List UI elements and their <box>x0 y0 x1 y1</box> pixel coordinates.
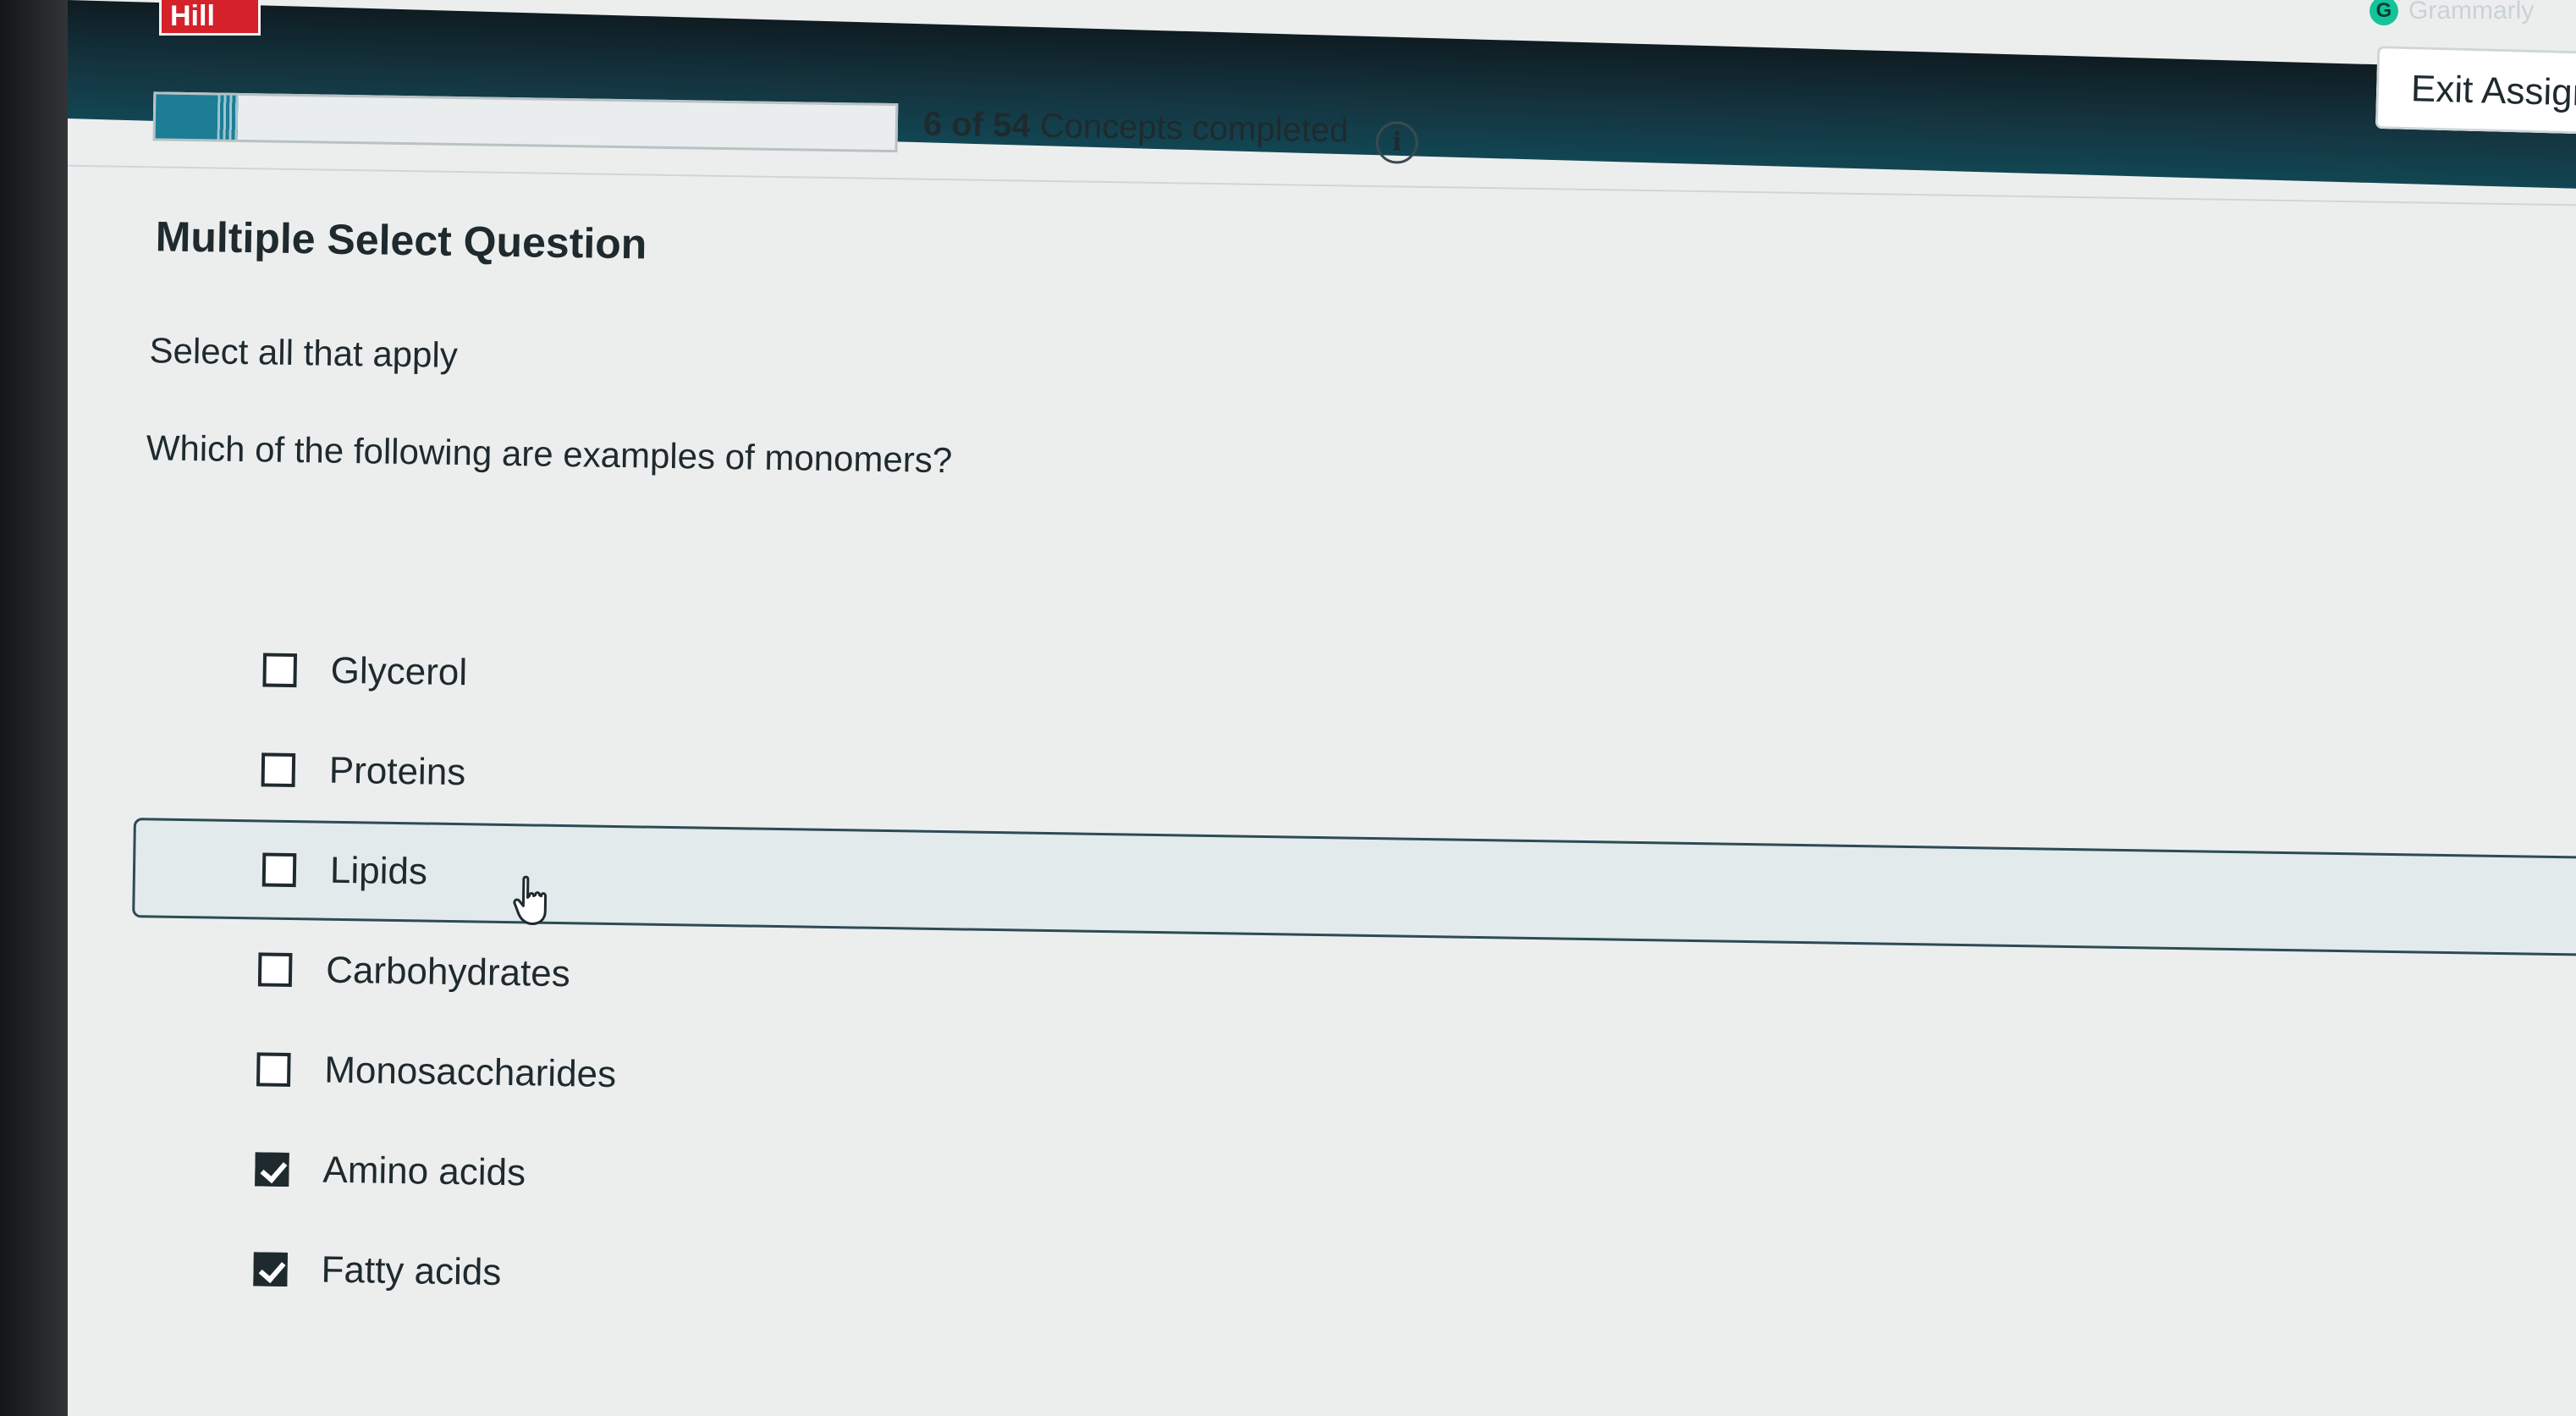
checkbox-unchecked[interactable] <box>262 653 298 688</box>
progress-bar-marker <box>217 95 239 140</box>
header-divider <box>68 164 2576 207</box>
checkbox-unchecked[interactable] <box>261 852 297 888</box>
answer-option-label: Proteins <box>328 749 466 794</box>
progress-bar <box>152 91 899 153</box>
checkbox-unchecked[interactable] <box>256 1052 291 1088</box>
main-content: 6 of 54 Concepts completed i Multiple Se… <box>68 0 2576 1416</box>
answer-option-label: Glycerol <box>330 649 468 694</box>
info-icon[interactable]: i <box>1375 121 1419 164</box>
answer-option-label: Lipids <box>329 849 428 893</box>
checkbox-unchecked[interactable] <box>257 952 293 988</box>
answer-option-label: Fatty acids <box>321 1248 502 1293</box>
progress-label: Concepts completed <box>1039 107 1349 150</box>
grammarly-label: Grammarly <box>2408 0 2535 25</box>
answer-option-label: Carbohydrates <box>325 949 571 995</box>
checkbox-unchecked[interactable] <box>261 752 296 788</box>
question-instruction: Select all that apply <box>149 330 459 376</box>
answer-option-label: Monosaccharides <box>323 1049 617 1096</box>
question-prompt: Which of the following are examples of m… <box>146 427 953 481</box>
checkbox-checked[interactable] <box>253 1252 288 1287</box>
grammarly-extension[interactable]: G Grammarly <box>2370 0 2534 25</box>
app-screen: Hill G Grammarly Exit Assign 6 of 54 Con… <box>68 0 2576 1416</box>
hand-cursor-icon <box>513 875 548 925</box>
grammarly-icon: G <box>2370 0 2398 25</box>
answer-option-label: Amino acids <box>322 1149 526 1194</box>
answer-options-list: Glycerol Proteins Lipids Carbohydrates Monos… <box>126 618 2576 1355</box>
question-type-title: Multiple Select Question <box>155 212 647 268</box>
progress-count: 6 of 54 <box>922 105 1032 145</box>
progress-status: 6 of 54 Concepts completed <box>923 106 1349 151</box>
checkbox-checked[interactable] <box>255 1152 289 1187</box>
